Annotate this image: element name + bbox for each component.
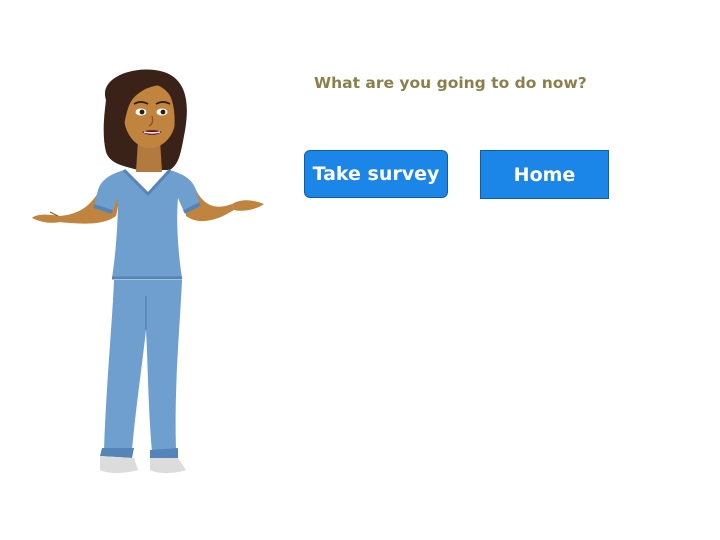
home-button[interactable]: Home [480, 150, 609, 199]
home-button-label: Home [513, 163, 576, 186]
prompt-heading: What are you going to do now? [314, 74, 587, 92]
slide: What are you going to do now? Take surve… [0, 0, 720, 540]
take-survey-button[interactable]: Take survey [304, 150, 448, 198]
take-survey-button-label: Take survey [312, 163, 440, 185]
nurse-character-image [32, 69, 264, 473]
